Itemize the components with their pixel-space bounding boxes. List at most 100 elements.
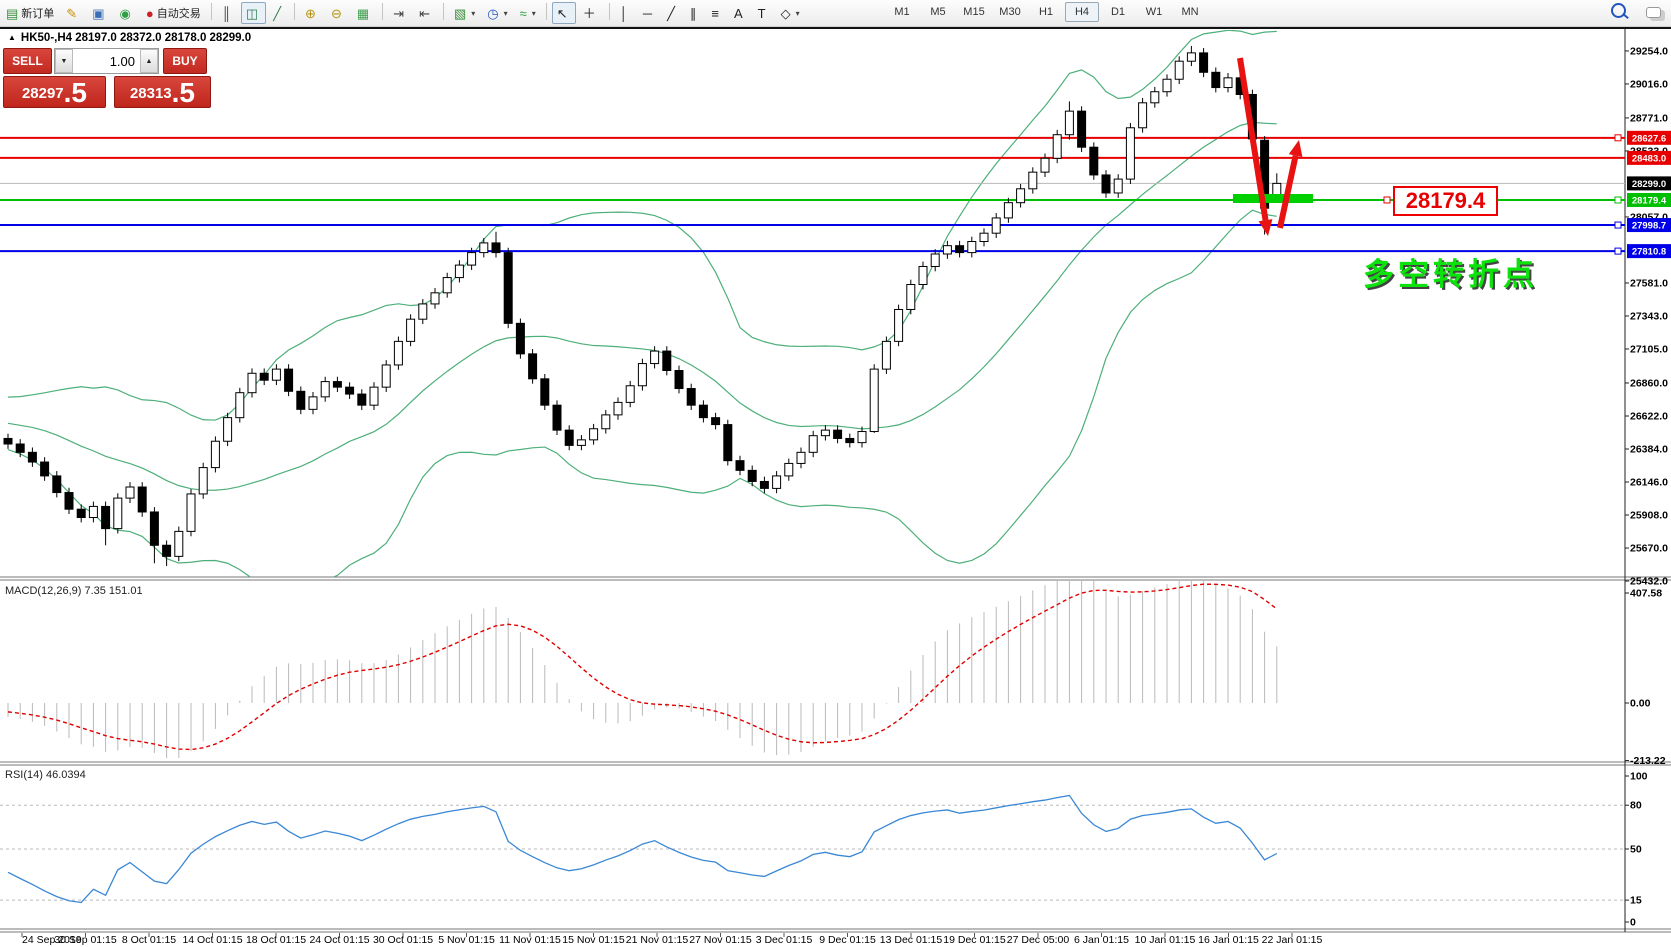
timeframe-button-m5[interactable]: M5 xyxy=(921,2,955,22)
timeframe-button-m15[interactable]: M15 xyxy=(957,2,991,22)
price-callout-box[interactable]: 28179.4 xyxy=(1393,186,1498,216)
svg-text:25908.0: 25908.0 xyxy=(1630,510,1668,522)
volume-input[interactable]: 1.00 xyxy=(73,49,140,73)
chart-title: ▲HK50-,H4 28197.0 28372.0 28178.0 28299.… xyxy=(8,32,251,44)
svg-text:19 Dec 01:15: 19 Dec 01:15 xyxy=(943,934,1006,946)
text-label-button[interactable]: T xyxy=(753,2,774,24)
line-chart-icon: ╱ xyxy=(273,7,281,20)
buy-button[interactable]: BUY xyxy=(163,48,207,74)
zoom-in-button[interactable]: ⊕ xyxy=(300,2,324,24)
periods-button[interactable]: ◷▾ xyxy=(482,2,512,24)
ask-main: 28313 xyxy=(130,81,172,107)
auto-scroll-button[interactable]: ⇥ xyxy=(388,2,412,24)
market-window-icon[interactable]: ▣ xyxy=(87,2,112,24)
signals-icon[interactable]: ◉ xyxy=(115,2,139,24)
svg-text:6 Jan 01:15: 6 Jan 01:15 xyxy=(1074,934,1129,946)
chart-shift-icon: ⇤ xyxy=(419,7,430,20)
svg-text:27810.8: 27810.8 xyxy=(1632,247,1666,258)
one-click-trade-panel: SELL ▼ 1.00 ▲ BUY 28297.5 28313.5 xyxy=(3,48,211,108)
svg-text:80: 80 xyxy=(1630,800,1642,812)
autotrading-button[interactable]: ●自动交易 xyxy=(141,2,206,24)
new-chart-button[interactable]: ▧▾ xyxy=(449,2,480,24)
drawing-annotations[interactable] xyxy=(1233,58,1390,236)
zoom-out-icon: ⊖ xyxy=(331,7,342,20)
fibonacci-icon: ≡ xyxy=(711,7,719,20)
svg-text:13 Dec 01:15: 13 Dec 01:15 xyxy=(880,934,943,946)
new-order-button[interactable]: ▤新订单 xyxy=(1,2,59,24)
line-chart-button[interactable]: ╱ xyxy=(268,2,289,24)
price-axis: 29254.029016.028771.028533.028057.027581… xyxy=(1625,45,1671,587)
toolbar-separator xyxy=(443,3,444,20)
crosshair-button[interactable]: ＋ xyxy=(578,2,604,24)
zoom-in-icon: ⊕ xyxy=(305,7,316,20)
chat-icon[interactable] xyxy=(1646,7,1661,18)
timeframe-button-w1[interactable]: W1 xyxy=(1137,2,1171,22)
toolbar-separator xyxy=(294,3,295,20)
timeframe-button-h4[interactable]: H4 xyxy=(1065,2,1099,22)
indicators-button[interactable]: ≈▾ xyxy=(515,2,541,24)
svg-text:26860.0: 26860.0 xyxy=(1630,377,1668,389)
arrows-icon: ◇ xyxy=(781,7,791,20)
arrows-button[interactable]: ◇▾ xyxy=(776,2,805,24)
timeframe-button-m1[interactable]: M1 xyxy=(885,2,919,22)
svg-text:0: 0 xyxy=(1630,917,1636,929)
cursor-icon: ↖ xyxy=(557,7,568,20)
svg-text:27343.0: 27343.0 xyxy=(1630,310,1668,322)
ask-price[interactable]: 28313.5 xyxy=(114,76,211,108)
volume-decrease-button[interactable]: ▼ xyxy=(55,49,73,73)
bar-chart-icon: ║ xyxy=(222,7,231,20)
search-icon[interactable] xyxy=(1611,3,1626,18)
svg-text:3 Dec 01:15: 3 Dec 01:15 xyxy=(756,934,813,946)
chevron-down-icon: ▾ xyxy=(471,9,475,18)
svg-text:9 Dec 01:15: 9 Dec 01:15 xyxy=(819,934,876,946)
horizontal-line-icon: ─ xyxy=(643,7,652,20)
tile-windows-button[interactable]: ▦ xyxy=(352,2,377,24)
timeframe-button-mn[interactable]: MN xyxy=(1173,2,1207,22)
timeframe-button-m30[interactable]: M30 xyxy=(993,2,1027,22)
svg-text:50: 50 xyxy=(1630,844,1642,856)
macd-indicator-label: MACD(12,26,9) 7.35 151.01 xyxy=(5,585,143,597)
horizontal-line-button[interactable]: ─ xyxy=(638,2,660,24)
horizontal-level-lines[interactable] xyxy=(0,135,1625,254)
svg-text:18 Oct 01:15: 18 Oct 01:15 xyxy=(246,934,306,946)
svg-text:30 Oct 01:15: 30 Oct 01:15 xyxy=(373,934,433,946)
svg-text:28771.0: 28771.0 xyxy=(1630,112,1668,124)
periods-icon: ◷ xyxy=(487,7,498,20)
volume-increase-button[interactable]: ▲ xyxy=(140,49,158,73)
fibonacci-button[interactable]: ≡ xyxy=(706,2,727,24)
sell-button[interactable]: SELL xyxy=(3,48,52,74)
chart-shift-button[interactable]: ⇤ xyxy=(414,2,438,24)
collapse-panel-icon[interactable]: ▲ xyxy=(8,33,16,42)
bid-price[interactable]: 28297.5 xyxy=(3,76,106,108)
candle-chart-button[interactable]: ◫ xyxy=(241,2,266,24)
vertical-line-button[interactable]: │ xyxy=(615,2,636,24)
cursor-button[interactable]: ↖ xyxy=(552,2,576,24)
svg-text:28483.0: 28483.0 xyxy=(1632,153,1666,164)
text-button[interactable]: A xyxy=(729,2,751,24)
timeframe-button-d1[interactable]: D1 xyxy=(1101,2,1135,22)
chart-canvas[interactable]: 29254.029016.028771.028533.028057.027581… xyxy=(0,0,1671,947)
bid-main: 28297 xyxy=(22,81,64,107)
tile-windows-icon: ▦ xyxy=(357,7,369,20)
channel-button[interactable]: ∥ xyxy=(685,2,705,24)
chart-window-border xyxy=(0,27,1671,29)
svg-text:27 Nov 01:15: 27 Nov 01:15 xyxy=(689,934,752,946)
pivot-annotation-text: 多空转折点 xyxy=(1363,249,1538,294)
zoom-out-button[interactable]: ⊖ xyxy=(326,2,350,24)
svg-text:26622.0: 26622.0 xyxy=(1630,410,1668,422)
bar-chart-button[interactable]: ║ xyxy=(217,2,239,24)
svg-text:26384.0: 26384.0 xyxy=(1630,444,1668,456)
timeframe-button-h1[interactable]: H1 xyxy=(1029,2,1063,22)
svg-text:25670.0: 25670.0 xyxy=(1630,543,1668,555)
styler-icon[interactable]: ✎ xyxy=(61,2,85,24)
svg-text:0.00: 0.00 xyxy=(1630,698,1651,710)
svg-text:28627.6: 28627.6 xyxy=(1632,133,1666,144)
svg-text:29016.0: 29016.0 xyxy=(1630,78,1668,90)
trendline-button[interactable]: ╱ xyxy=(662,2,683,24)
svg-text:29254.0: 29254.0 xyxy=(1630,45,1668,57)
auto-scroll-icon: ⇥ xyxy=(393,7,404,20)
svg-text:15: 15 xyxy=(1630,895,1642,907)
svg-text:28299.0: 28299.0 xyxy=(1632,179,1666,190)
market-window-icon: ▣ xyxy=(92,7,104,20)
text-icon: A xyxy=(734,7,743,20)
